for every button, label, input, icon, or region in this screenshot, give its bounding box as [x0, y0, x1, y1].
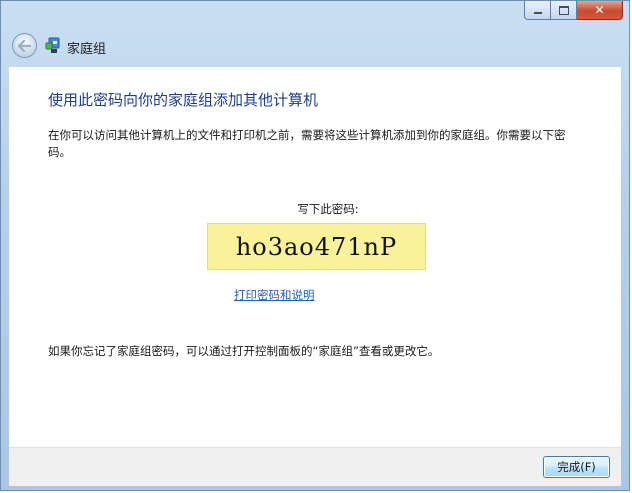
close-button[interactable]: ✕ — [577, 1, 623, 20]
footer-note: 如果你忘记了家庭组密码，可以通过打开控制面板的“家庭组”查看或更改它。 — [48, 344, 440, 358]
navigation-bar: 家庭组 — [1, 27, 629, 67]
close-icon: ✕ — [594, 3, 605, 17]
description-text: 在你可以访问其他计算机上的文件和打印机之前，需要将这些计算机添加到你的家庭组。你… — [48, 128, 566, 159]
maximize-button[interactable] — [551, 1, 577, 20]
button-bar: 完成(F) — [9, 447, 621, 486]
title-bar[interactable]: ✕ — [1, 1, 629, 27]
finish-button[interactable]: 完成(F) — [543, 456, 610, 478]
page-heading: 使用此密码向你的家庭组添加其他计算机 — [48, 91, 319, 109]
homegroup-icon — [45, 37, 60, 53]
minimize-icon — [533, 11, 542, 14]
content-area: 使用此密码向你的家庭组添加其他计算机 在你可以访问其他计算机上的文件和打印机之前… — [9, 67, 621, 447]
password-value: ho3ao471nP — [235, 232, 398, 261]
minimize-button[interactable] — [524, 1, 551, 20]
password-label: 写下此密码: — [297, 202, 359, 216]
maximize-icon — [558, 5, 569, 15]
back-button[interactable] — [12, 33, 37, 58]
print-password-link[interactable]: 打印密码和说明 — [234, 287, 315, 303]
back-arrow-icon — [18, 39, 31, 52]
password-box: ho3ao471nP — [207, 223, 426, 270]
nav-title: 家庭组 — [67, 42, 107, 57]
window-controls: ✕ — [524, 1, 623, 20]
homegroup-dialog: ✕ 家庭组 使用此密码向你的家庭组添加其他计算机 在你可以访问其他计算机上的文件… — [0, 0, 630, 491]
